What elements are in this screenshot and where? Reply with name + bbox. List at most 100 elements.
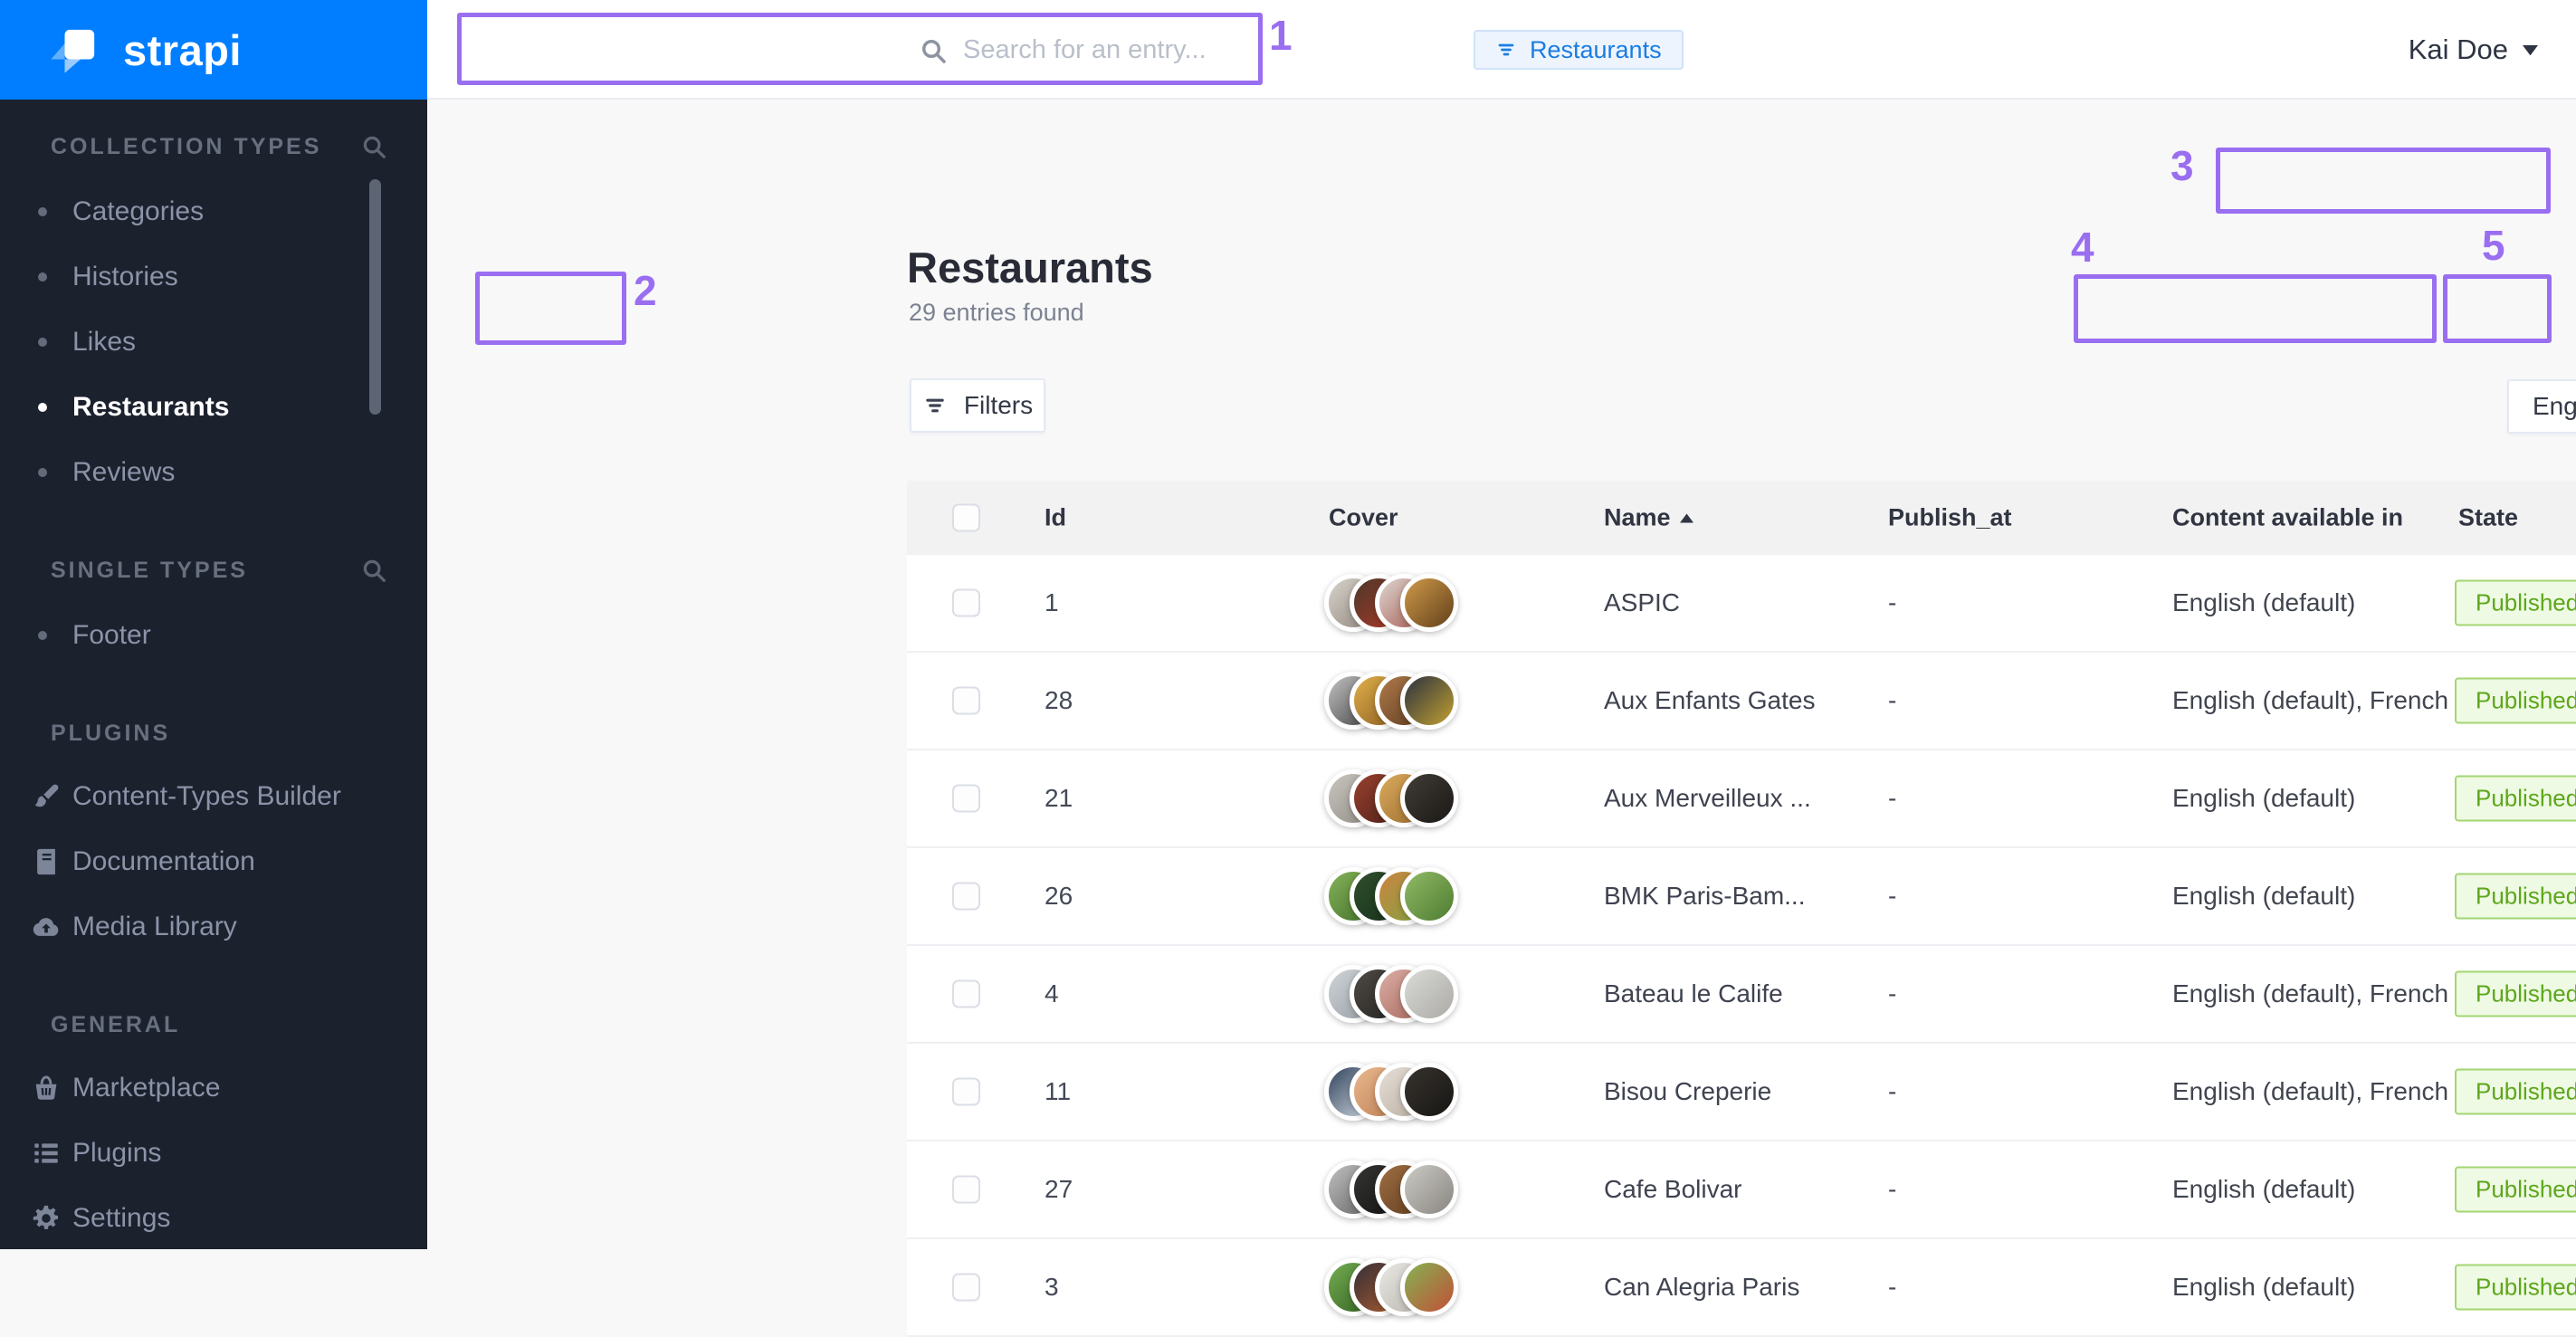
- table-row[interactable]: 4Bateau le Calife-English (default), Fre…: [907, 946, 2576, 1044]
- sidebar-section-header: GENERAL: [0, 1005, 427, 1045]
- strapi-logo[interactable]: strapi: [0, 0, 427, 100]
- sidebar-section-collection-types: COLLECTION TYPES Categories Histories Likes…: [0, 127, 427, 505]
- sidebar-item-likes[interactable]: Likes: [0, 310, 427, 375]
- sidebar-item-label: Reviews: [72, 457, 175, 488]
- cell-cover: [1324, 1160, 1458, 1218]
- cell-id: 27: [1045, 1175, 1073, 1204]
- annotation-label-4: 4: [2071, 226, 2094, 268]
- strapi-logo-text: strapi: [123, 25, 242, 75]
- cover-image: [1400, 1063, 1458, 1121]
- sidebar-item-label: Restaurants: [72, 392, 229, 423]
- row-checkbox[interactable]: [952, 1274, 980, 1302]
- search-filter-chip[interactable]: Restaurants: [1474, 30, 1684, 70]
- sidebar-section-header: PLUGINS: [0, 713, 427, 753]
- table-row[interactable]: 28Aux Enfants Gates-English (default), F…: [907, 653, 2576, 750]
- sidebar-item-label: Settings: [72, 1203, 170, 1234]
- sidebar-section-general: GENERAL Marketplace Plugins Settings: [0, 1005, 427, 1251]
- column-header-content[interactable]: Content available in: [2172, 504, 2403, 532]
- filters-button[interactable]: Filters: [910, 378, 1045, 433]
- select-all-checkbox[interactable]: [952, 504, 980, 532]
- sidebar-item-footer[interactable]: Footer: [0, 603, 427, 668]
- status-badge: Published: [2455, 678, 2576, 724]
- bullet-icon: [38, 468, 47, 477]
- sidebar-section-header: COLLECTION TYPES: [0, 127, 427, 167]
- cell-publish-at: -: [1888, 882, 1896, 911]
- sidebar-item-documentation[interactable]: Documentation: [0, 829, 427, 894]
- gear-icon: [31, 1203, 62, 1234]
- sidebar-item-plugins[interactable]: Plugins: [0, 1121, 427, 1186]
- annotation-label-1: 1: [1269, 14, 1293, 56]
- status-badge: Published: [2455, 971, 2576, 1017]
- cell-cover: [1324, 574, 1458, 632]
- sidebar-item-label: Marketplace: [72, 1073, 220, 1103]
- cell-name: Can Alegria Paris: [1604, 1273, 1799, 1302]
- cell-content-available-in: English (default): [2172, 882, 2355, 911]
- cell-publish-at: -: [1888, 588, 1896, 617]
- table-row[interactable]: 27Cafe Bolivar-English (default)Publishe…: [907, 1141, 2576, 1239]
- column-header-state[interactable]: State: [2458, 504, 2518, 532]
- row-checkbox[interactable]: [952, 883, 980, 911]
- page-title: Restaurants: [907, 243, 1153, 292]
- row-checkbox[interactable]: [952, 589, 980, 617]
- row-checkbox[interactable]: [952, 785, 980, 813]
- search-icon[interactable]: [360, 557, 387, 584]
- sidebar-item-content-types-builder[interactable]: Content-Types Builder: [0, 764, 427, 829]
- row-checkbox[interactable]: [952, 1078, 980, 1106]
- table-row[interactable]: 21Aux Merveilleux ...-English (default)P…: [907, 750, 2576, 848]
- sidebar-item-label: Histories: [72, 262, 178, 292]
- paintbrush-icon: [31, 781, 62, 812]
- column-header-label: Name: [1604, 504, 1671, 532]
- table-row[interactable]: 11Bisou Creperie-English (default), Fren…: [907, 1044, 2576, 1141]
- cell-cover: [1324, 1063, 1458, 1121]
- entries-count: 29 entries found: [909, 299, 1084, 327]
- cell-cover: [1324, 867, 1458, 925]
- cover-image: [1400, 574, 1458, 632]
- status-badge: Published: [2455, 874, 2576, 920]
- column-header-name[interactable]: Name: [1604, 504, 1693, 532]
- column-header-label: Publish_at: [1888, 504, 2012, 532]
- entries-table: Id Cover Name Publish_at Content available i…: [907, 481, 2576, 1249]
- column-header-cover[interactable]: Cover: [1329, 504, 1398, 532]
- search-input[interactable]: [963, 25, 1452, 74]
- bullet-icon: [38, 403, 47, 412]
- basket-icon: [31, 1073, 62, 1103]
- sidebar: strapi COLLECTION TYPES Categories Histori…: [0, 0, 427, 1249]
- cell-name: Bateau le Calife: [1604, 979, 1783, 1008]
- search-icon[interactable]: [360, 133, 387, 160]
- cell-publish-at: -: [1888, 979, 1896, 1008]
- table-row[interactable]: 26BMK Paris-Bam...-English (default)Publ…: [907, 848, 2576, 946]
- sidebar-item-histories[interactable]: Histories: [0, 244, 427, 310]
- main-content: Restaurants 29 entries found Add New Res…: [427, 100, 2576, 1249]
- user-menu[interactable]: Kai Doe: [2409, 0, 2538, 100]
- sidebar-section-single-types: SINGLE TYPES Footer: [0, 550, 427, 668]
- sidebar-item-label: Media Library: [72, 912, 237, 942]
- sidebar-section-title: SINGLE TYPES: [51, 558, 360, 584]
- table-header: Id Cover Name Publish_at Content available i…: [907, 481, 2576, 555]
- sidebar-item-restaurants[interactable]: Restaurants: [0, 375, 427, 440]
- cell-name: BMK Paris-Bam...: [1604, 882, 1805, 911]
- sidebar-item-label: Likes: [72, 327, 136, 358]
- cell-id: 28: [1045, 686, 1073, 715]
- row-checkbox[interactable]: [952, 687, 980, 715]
- table-row[interactable]: 1ASPIC-English (default)Published: [907, 555, 2576, 653]
- row-checkbox[interactable]: [952, 980, 980, 1008]
- sidebar-item-reviews[interactable]: Reviews: [0, 440, 427, 505]
- column-header-id[interactable]: Id: [1045, 504, 1066, 532]
- cell-publish-at: -: [1888, 1077, 1896, 1106]
- sidebar-item-settings[interactable]: Settings: [0, 1186, 427, 1251]
- sidebar-item-categories[interactable]: Categories: [0, 179, 427, 244]
- sidebar-item-marketplace[interactable]: Marketplace: [0, 1055, 427, 1121]
- cell-content-available-in: English (default), French: [2172, 1077, 2448, 1106]
- search-icon: [919, 36, 948, 65]
- cell-name: Aux Enfants Gates: [1604, 686, 1815, 715]
- row-checkbox[interactable]: [952, 1176, 980, 1204]
- table-row[interactable]: 3Can Alegria Paris-English (default)Publ…: [907, 1239, 2576, 1337]
- locale-select[interactable]: English: [2507, 379, 2576, 434]
- sidebar-item-media-library[interactable]: Media Library: [0, 894, 427, 960]
- sidebar-scrollbar[interactable]: [369, 179, 381, 415]
- cell-cover: [1324, 672, 1458, 730]
- locale-select-value: English: [2533, 392, 2576, 421]
- column-header-publish_at[interactable]: Publish_at: [1888, 504, 2012, 532]
- sort-asc-icon: [1680, 513, 1693, 522]
- cell-name: Bisou Creperie: [1604, 1077, 1771, 1106]
